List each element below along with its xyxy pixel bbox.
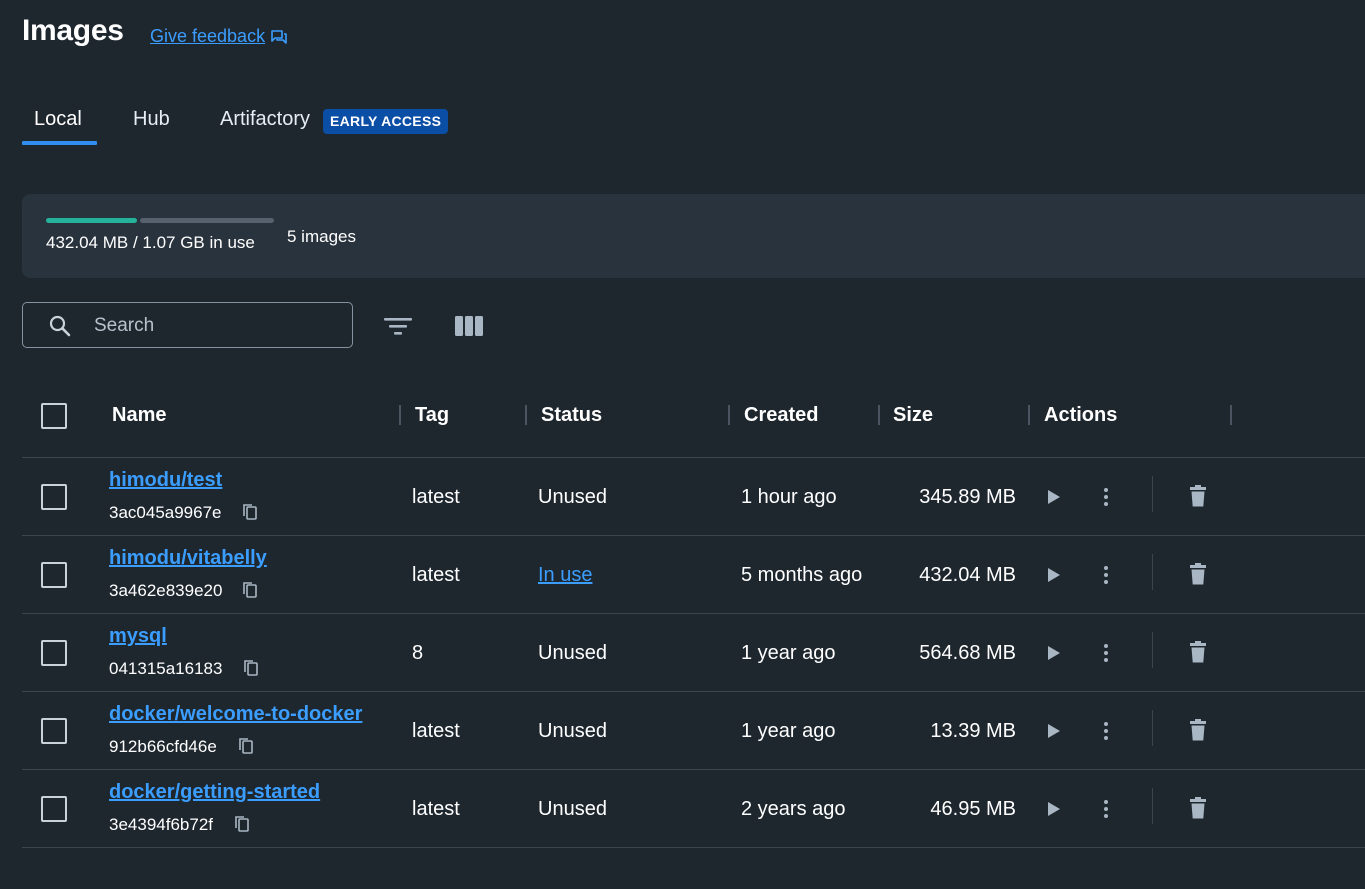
image-size: 46.95 MB [930, 798, 1016, 820]
select-all-checkbox[interactable] [41, 403, 67, 429]
image-status: Unused [538, 486, 607, 508]
usage-bar-used [46, 218, 137, 223]
column-divider[interactable] [1230, 405, 1232, 425]
tab-local[interactable]: Local [34, 108, 82, 131]
tab-artifactory[interactable]: Artifactory [220, 108, 310, 131]
column-divider[interactable] [728, 405, 730, 425]
play-icon[interactable] [1047, 567, 1061, 583]
image-status: Unused [538, 720, 607, 742]
copy-icon[interactable] [242, 503, 258, 521]
copy-icon[interactable] [242, 581, 258, 599]
image-name-link[interactable]: himodu/vitabelly [109, 547, 267, 570]
image-created: 5 months ago [741, 564, 863, 586]
column-divider[interactable] [878, 405, 880, 425]
give-feedback-label: Give feedback [150, 26, 266, 46]
image-name-link[interactable]: docker/welcome-to-docker [109, 703, 362, 726]
column-divider[interactable] [525, 405, 527, 425]
row-divider [22, 535, 1365, 536]
image-size: 564.68 MB [919, 642, 1016, 664]
image-created: 2 years ago [741, 798, 846, 820]
copy-icon[interactable] [243, 659, 259, 677]
image-id: 3e4394f6b72f [109, 815, 213, 834]
row-divider [22, 613, 1365, 614]
row-checkbox[interactable] [41, 484, 67, 510]
active-tab-indicator [22, 141, 97, 145]
search-input[interactable] [94, 314, 334, 338]
filter-icon[interactable] [383, 313, 413, 339]
image-status: Unused [538, 642, 607, 664]
more-vertical-icon[interactable] [1103, 721, 1109, 741]
row-divider [22, 457, 1365, 458]
image-status-link[interactable]: In use [538, 564, 592, 587]
early-access-badge: EARLY ACCESS [323, 109, 449, 134]
actions-divider [1152, 632, 1153, 668]
image-tag: latest [412, 720, 460, 742]
more-vertical-icon[interactable] [1103, 487, 1109, 507]
column-header-actions: Actions [1044, 404, 1118, 426]
column-divider[interactable] [399, 405, 401, 425]
image-name-link[interactable]: mysql [109, 625, 167, 648]
column-header-created[interactable]: Created [744, 404, 818, 427]
column-header-status[interactable]: Status [541, 404, 602, 427]
image-count: 5 images [287, 227, 356, 246]
usage-bar-free [140, 218, 274, 223]
copy-icon[interactable] [234, 815, 250, 833]
image-created: 1 year ago [741, 720, 836, 742]
image-id: 3a462e839e20 [109, 581, 223, 600]
columns-icon[interactable] [454, 314, 484, 338]
row-checkbox[interactable] [41, 718, 67, 744]
actions-divider [1152, 476, 1153, 512]
play-icon[interactable] [1047, 801, 1061, 817]
play-icon[interactable] [1047, 645, 1061, 661]
image-id: 041315a16183 [109, 659, 223, 678]
row-checkbox[interactable] [41, 640, 67, 666]
image-tag: latest [412, 564, 460, 586]
trash-icon[interactable] [1189, 719, 1207, 741]
copy-icon[interactable] [238, 737, 254, 755]
column-header-size[interactable]: Size [893, 404, 933, 427]
play-icon[interactable] [1047, 489, 1061, 505]
more-vertical-icon[interactable] [1103, 799, 1109, 819]
actions-divider [1152, 788, 1153, 824]
row-checkbox[interactable] [41, 562, 67, 588]
row-divider [22, 691, 1365, 692]
trash-icon[interactable] [1189, 797, 1207, 819]
image-name-link[interactable]: docker/getting-started [109, 781, 320, 804]
image-id: 3ac045a9967e [109, 503, 222, 522]
tab-hub[interactable]: Hub [133, 108, 170, 131]
column-header-tag[interactable]: Tag [415, 404, 449, 427]
more-vertical-icon[interactable] [1103, 565, 1109, 585]
row-checkbox[interactable] [41, 796, 67, 822]
image-name-link[interactable]: himodu/test [109, 469, 222, 492]
image-created: 1 year ago [741, 642, 836, 664]
image-tag: 8 [412, 642, 424, 664]
more-vertical-icon[interactable] [1103, 643, 1109, 663]
column-divider[interactable] [1028, 405, 1030, 425]
actions-divider [1152, 710, 1153, 746]
row-divider [22, 847, 1365, 848]
column-header-name[interactable]: Name [112, 404, 166, 427]
trash-icon[interactable] [1189, 485, 1207, 507]
usage-text: 432.04 MB / 1.07 GB in use [46, 233, 255, 252]
page-title: Images [22, 14, 124, 47]
give-feedback-link[interactable]: Give feedback [150, 26, 287, 47]
actions-divider [1152, 554, 1153, 590]
image-status: Unused [538, 798, 607, 820]
play-icon[interactable] [1047, 723, 1061, 739]
row-divider [22, 769, 1365, 770]
image-size: 13.39 MB [930, 720, 1016, 742]
search-icon [49, 315, 71, 337]
image-size: 345.89 MB [919, 486, 1016, 508]
trash-icon[interactable] [1189, 641, 1207, 663]
image-tag: latest [412, 798, 460, 820]
image-id: 912b66cfd46e [109, 737, 217, 756]
image-size: 432.04 MB [919, 564, 1016, 586]
image-tag: latest [412, 486, 460, 508]
feedback-icon [271, 29, 287, 44]
trash-icon[interactable] [1189, 563, 1207, 585]
image-created: 1 hour ago [741, 486, 837, 508]
